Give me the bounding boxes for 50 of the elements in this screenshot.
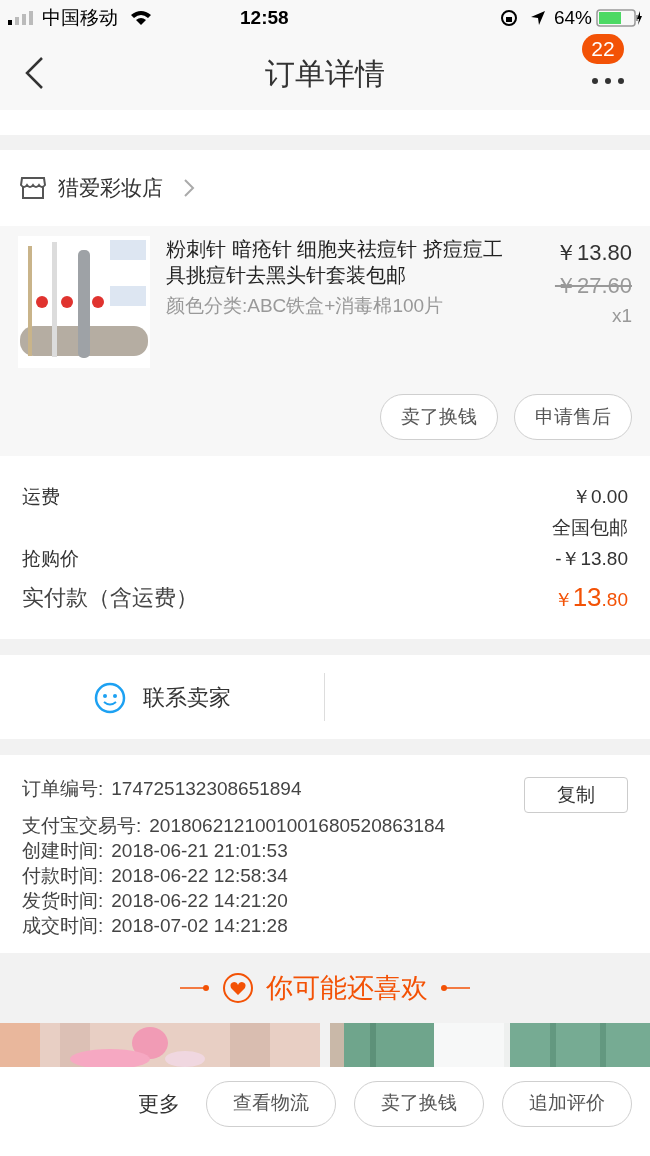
product-title[interactable]: 粉刺针 暗疮针 细胞夹祛痘针 挤痘痘工具挑痘针去黑头针套装包邮 [166, 236, 512, 288]
back-icon [24, 56, 44, 90]
more-options-button[interactable]: 更多 [138, 1087, 180, 1120]
rotation-lock-icon [499, 9, 518, 27]
info-value: 174725132308651894 [111, 777, 302, 802]
notification-badge: 22 [582, 34, 624, 64]
location-arrow-icon [529, 10, 546, 26]
product-quantity: x1 [611, 304, 632, 328]
info-value: 2018-06-21 21:01:53 [111, 839, 288, 864]
shop-name[interactable]: 猎爱彩妆店 [58, 172, 163, 204]
info-label: 订单编号: [22, 777, 104, 802]
fee-value: -￥13.80 [555, 546, 628, 571]
clock-time: 12:58 [240, 5, 289, 30]
fee-note: 全国包邮 [552, 515, 628, 540]
store-icon [20, 176, 46, 200]
action-button[interactable]: 卖了换钱 [380, 394, 498, 440]
battery-icon [596, 8, 642, 28]
info-label: 发货时间: [22, 889, 104, 914]
info-value: 2018-06-22 14:21:20 [111, 889, 288, 914]
fee-value: ￥0.00 [572, 484, 628, 509]
carrier-name: 中国移动 [42, 5, 118, 30]
total-label: 实付款（含运费） [22, 584, 198, 612]
divider-ornament-icon [440, 985, 470, 991]
chevron-right-icon [183, 178, 195, 198]
more-icon [592, 78, 624, 84]
total-amount: ￥13.80 [553, 581, 628, 614]
smiley-icon [93, 680, 127, 714]
info-label: 成交时间: [22, 914, 104, 939]
battery-percentage: 64% [553, 5, 592, 30]
original-price: ￥27.60 [554, 272, 632, 300]
fee-label: 运费 [22, 484, 60, 509]
page-title: 订单详情 [265, 55, 385, 92]
copy-button[interactable]: 复制 [524, 777, 628, 813]
action-button[interactable]: 追加评价 [502, 1080, 632, 1127]
fee-label: 抢购价 [22, 546, 79, 571]
info-label: 支付宝交易号: [22, 814, 142, 839]
divider-ornament-icon [180, 985, 210, 991]
recommend-title: 你可能还喜欢 [266, 971, 428, 1005]
info-value: 2018-07-02 14:21:28 [111, 914, 288, 939]
back-button[interactable] [24, 56, 44, 90]
product-variant: 颜色分类:ABC铁盒+消毒棉100片 [166, 294, 445, 318]
action-button[interactable]: 查看物流 [206, 1080, 336, 1127]
product-price: ￥13.80 [554, 239, 632, 267]
action-button[interactable]: 卖了换钱 [354, 1080, 484, 1127]
info-value: 2018-06-22 12:58:34 [111, 864, 288, 889]
action-button[interactable]: 申请售后 [514, 394, 632, 440]
info-label: 付款时间: [22, 864, 104, 889]
info-value: 2018062121001001680520863184 [149, 814, 446, 839]
info-label: 创建时间: [22, 839, 104, 864]
wifi-icon [130, 10, 152, 26]
